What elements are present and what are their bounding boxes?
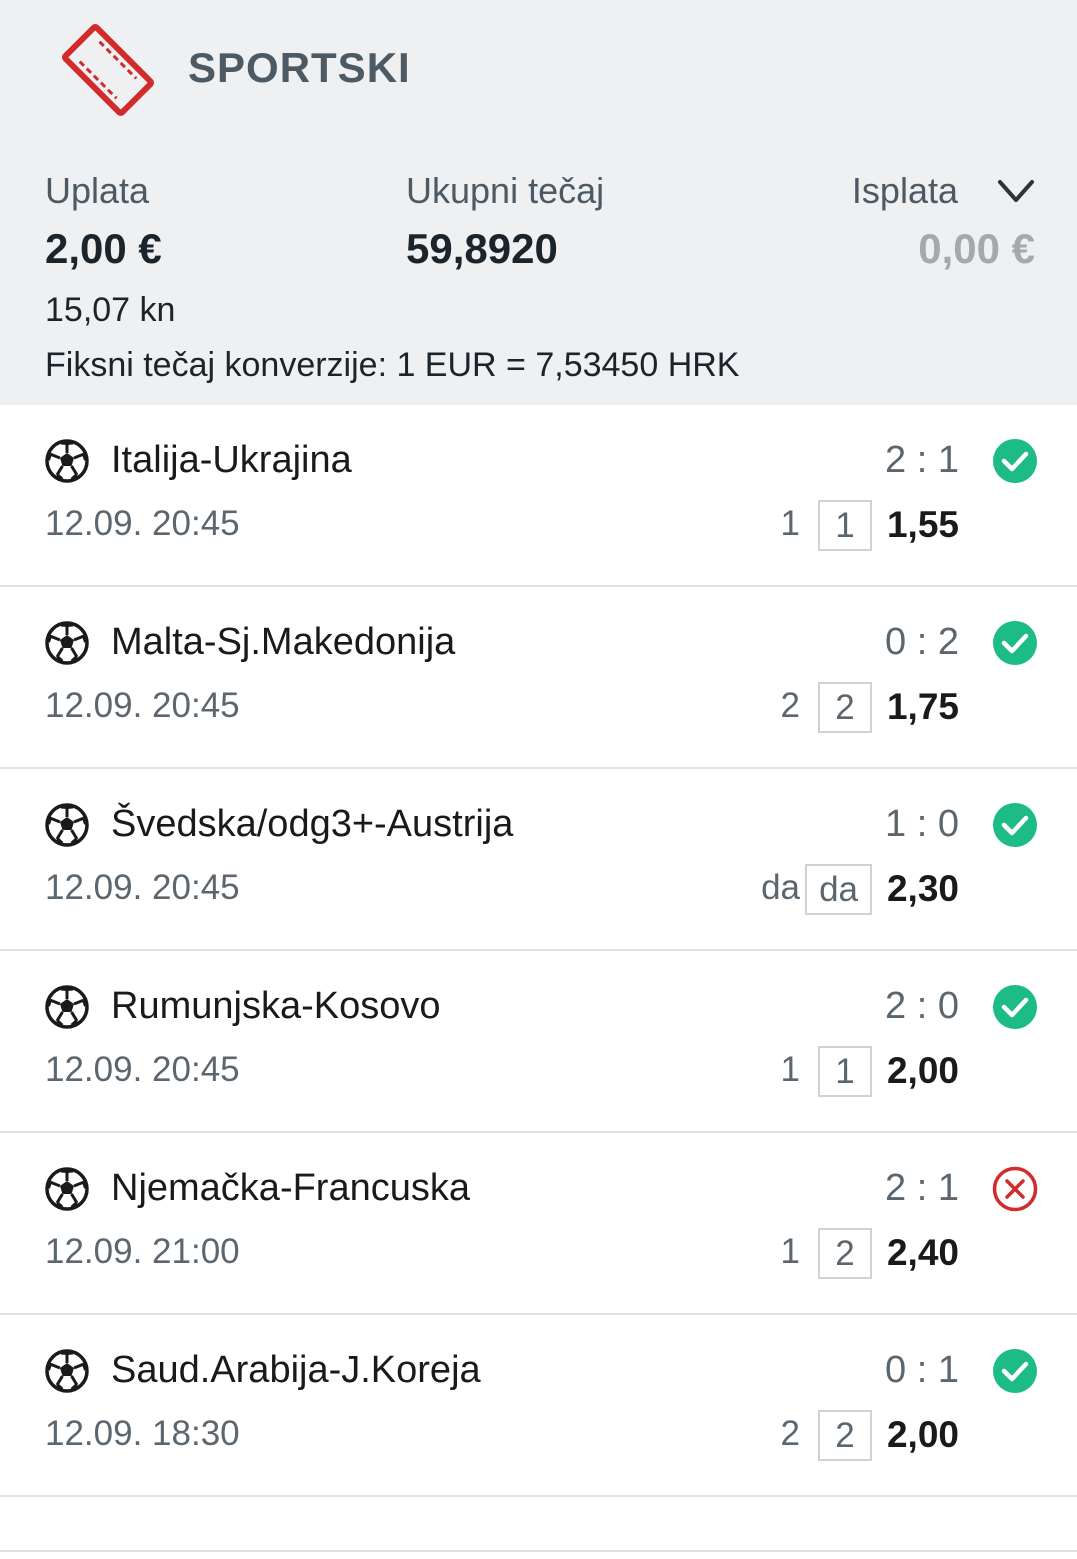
match-row[interactable]: Švedska/odg3+-Austrija 1 : 0 12.09. 20:45 d… — [0, 769, 1077, 951]
total-odds-label: Ukupni tečaj — [406, 170, 605, 211]
match-row[interactable]: Saud.Arabija-J.Koreja 0 : 1 12.09. 18:30 2 2… — [0, 1315, 1077, 1497]
match-score: 1 : 0 — [885, 803, 959, 845]
soccer-ball-icon — [45, 621, 89, 665]
stake-label: Uplata — [45, 170, 150, 211]
match-odds: 1,75 — [886, 686, 959, 727]
match-odds: 1,55 — [886, 504, 959, 545]
match-outcome: 2 — [818, 1228, 872, 1279]
chevron-down-icon[interactable] — [994, 172, 1038, 212]
divider — [0, 1550, 1077, 1552]
match-outcome: 1 — [818, 500, 872, 551]
match-pick: 1 — [780, 1232, 800, 1271]
soccer-ball-icon — [45, 439, 89, 483]
check-circle-icon — [993, 1349, 1037, 1393]
soccer-ball-icon — [45, 1167, 89, 1211]
match-outcome: 1 — [818, 1046, 872, 1097]
ticket-type-title: SPORTSKI — [188, 44, 411, 91]
match-odds: 2,00 — [886, 1050, 959, 1091]
match-name: Rumunjska-Kosovo — [111, 985, 441, 1027]
soccer-ball-icon — [45, 803, 89, 847]
check-circle-icon — [993, 803, 1037, 847]
check-circle-icon — [993, 621, 1037, 665]
soccer-ball-icon — [45, 985, 89, 1029]
match-time: 12.09. 20:45 — [45, 686, 240, 725]
payout-value: 0,00 € — [918, 225, 1035, 272]
match-name: Saud.Arabija-J.Koreja — [111, 1349, 481, 1391]
ticket-summary-header: SPORTSKI Uplata 2,00 € Ukupni tečaj 59,8… — [0, 0, 1077, 405]
match-outcome: 2 — [818, 682, 872, 733]
match-outcome: 2 — [818, 1410, 872, 1461]
match-score: 2 : 1 — [885, 439, 959, 481]
match-time: 12.09. 18:30 — [45, 1414, 240, 1453]
conversion-note: Fiksni tečaj konverzije: 1 EUR = 7,53450… — [45, 346, 740, 384]
check-circle-icon — [993, 985, 1037, 1029]
match-row[interactable]: Rumunjska-Kosovo 2 : 0 12.09. 20:45 1 1 2,00 — [0, 951, 1077, 1133]
ticket-icon — [61, 23, 155, 117]
soccer-ball-icon — [45, 1349, 89, 1393]
stake-kn-value: 15,07 kn — [45, 291, 176, 329]
payout-label: Isplata — [851, 170, 958, 211]
match-row[interactable]: Malta-Sj.Makedonija 0 : 2 12.09. 20:45 2 2 1,… — [0, 587, 1077, 769]
match-time: 12.09. 20:45 — [45, 1050, 240, 1089]
match-pick: 1 — [780, 504, 800, 543]
match-row[interactable]: Italija-Ukrajina 2 : 1 12.09. 20:45 1 1 1,55 — [0, 405, 1077, 587]
match-pick: da — [761, 868, 800, 907]
check-circle-icon — [993, 439, 1037, 483]
match-odds: 2,00 — [886, 1414, 959, 1455]
match-score: 2 : 0 — [885, 985, 959, 1027]
match-score: 0 : 2 — [885, 621, 959, 663]
total-odds-value: 59,8920 — [406, 225, 558, 272]
match-time: 12.09. 20:45 — [45, 868, 240, 907]
match-time: 12.09. 21:00 — [45, 1232, 240, 1271]
match-name: Malta-Sj.Makedonija — [111, 621, 456, 663]
match-score: 2 : 1 — [885, 1167, 959, 1209]
match-name: Njemačka-Francuska — [111, 1167, 470, 1209]
match-name: Italija-Ukrajina — [111, 439, 352, 481]
match-name: Švedska/odg3+-Austrija — [111, 803, 514, 845]
x-circle-icon — [992, 1166, 1038, 1212]
match-outcome: da — [805, 864, 872, 915]
match-score: 0 : 1 — [885, 1349, 959, 1391]
match-pick: 2 — [780, 686, 800, 725]
match-odds: 2,40 — [886, 1232, 959, 1273]
stake-value: 2,00 € — [45, 225, 162, 272]
match-odds: 2,30 — [886, 868, 959, 909]
match-row[interactable]: Njemačka-Francuska 2 : 1 12.09. 21:00 1 2 2,4… — [0, 1133, 1077, 1315]
match-pick: 2 — [780, 1414, 800, 1453]
match-time: 12.09. 20:45 — [45, 504, 240, 543]
match-pick: 1 — [780, 1050, 800, 1089]
